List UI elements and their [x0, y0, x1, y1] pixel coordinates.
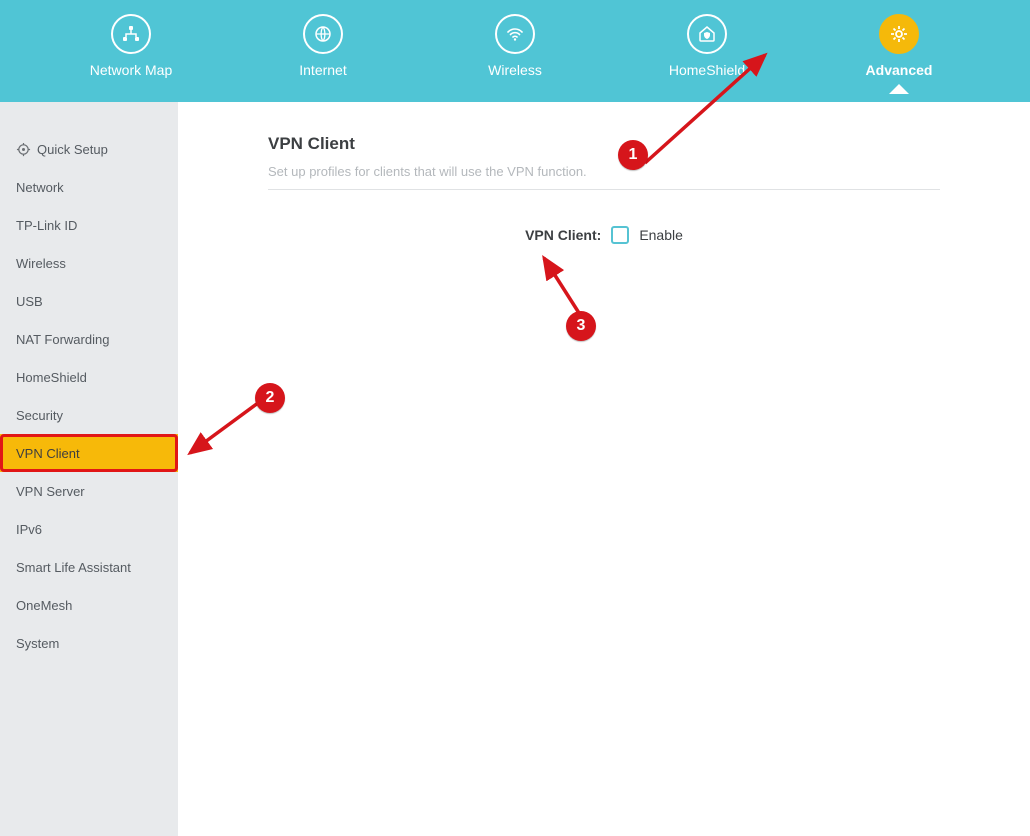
target-icon [16, 142, 31, 157]
vpn-client-enable-row: VPN Client: Enable [268, 226, 940, 244]
main-panel: VPN Client Set up profiles for clients t… [178, 102, 1030, 836]
page-title: VPN Client [268, 134, 940, 154]
sidebar-item-label: Security [16, 408, 63, 423]
sidebar-item-vpn-client[interactable]: VPN Client [0, 434, 178, 472]
vpn-client-enable-checkbox[interactable] [611, 226, 629, 244]
page-description: Set up profiles for clients that will us… [268, 164, 940, 190]
sidebar-item-label: Network [16, 180, 64, 195]
nav-label: Internet [299, 62, 346, 78]
network-map-icon [111, 14, 151, 54]
wifi-icon [495, 14, 535, 54]
nav-label: Advanced [866, 62, 933, 78]
sidebar-item-usb[interactable]: USB [0, 282, 178, 320]
sidebar-item-label: VPN Client [16, 446, 80, 461]
globe-icon [303, 14, 343, 54]
nav-label: HomeShield [669, 62, 745, 78]
sidebar-item-ipv6[interactable]: IPv6 [0, 510, 178, 548]
sidebar-item-label: Smart Life Assistant [16, 560, 131, 575]
sidebar-item-label: IPv6 [16, 522, 42, 537]
sidebar-item-label: HomeShield [16, 370, 87, 385]
active-tab-caret [889, 84, 909, 94]
sidebar-item-onemesh[interactable]: OneMesh [0, 586, 178, 624]
nav-network-map[interactable]: Network Map [71, 14, 191, 78]
sidebar-item-wireless[interactable]: Wireless [0, 244, 178, 282]
vpn-client-label: VPN Client: [525, 227, 601, 243]
annotation-badge-1: 1 [618, 140, 648, 170]
homeshield-icon [687, 14, 727, 54]
sidebar-item-label: NAT Forwarding [16, 332, 109, 347]
sidebar-item-label: System [16, 636, 59, 651]
sidebar-item-tplinkid[interactable]: TP-Link ID [0, 206, 178, 244]
sidebar-item-label: TP-Link ID [16, 218, 77, 233]
nav-homeshield[interactable]: HomeShield [647, 14, 767, 78]
sidebar-item-security[interactable]: Security [0, 396, 178, 434]
sidebar-item-label: OneMesh [16, 598, 72, 613]
annotation-badge-2: 2 [255, 383, 285, 413]
top-nav: Network Map Internet Wireless HomeShield… [0, 0, 1030, 102]
nav-label: Network Map [90, 62, 172, 78]
nav-label: Wireless [488, 62, 542, 78]
sidebar-item-quick-setup[interactable]: Quick Setup [0, 130, 178, 168]
sidebar-item-nat-forwarding[interactable]: NAT Forwarding [0, 320, 178, 358]
content-wrap: Quick Setup Network TP-Link ID Wireless … [0, 102, 1030, 836]
sidebar-item-label: VPN Server [16, 484, 85, 499]
sidebar: Quick Setup Network TP-Link ID Wireless … [0, 102, 178, 836]
annotation-badge-3: 3 [566, 311, 596, 341]
sidebar-item-system[interactable]: System [0, 624, 178, 662]
sidebar-item-label: USB [16, 294, 43, 309]
nav-advanced[interactable]: Advanced [839, 14, 959, 78]
sidebar-item-homeshield[interactable]: HomeShield [0, 358, 178, 396]
sidebar-item-network[interactable]: Network [0, 168, 178, 206]
enable-label: Enable [639, 227, 683, 243]
gear-icon [879, 14, 919, 54]
sidebar-item-label: Wireless [16, 256, 66, 271]
sidebar-item-label: Quick Setup [37, 142, 108, 157]
sidebar-item-vpn-server[interactable]: VPN Server [0, 472, 178, 510]
nav-wireless[interactable]: Wireless [455, 14, 575, 78]
sidebar-item-smart-life[interactable]: Smart Life Assistant [0, 548, 178, 586]
nav-internet[interactable]: Internet [263, 14, 383, 78]
